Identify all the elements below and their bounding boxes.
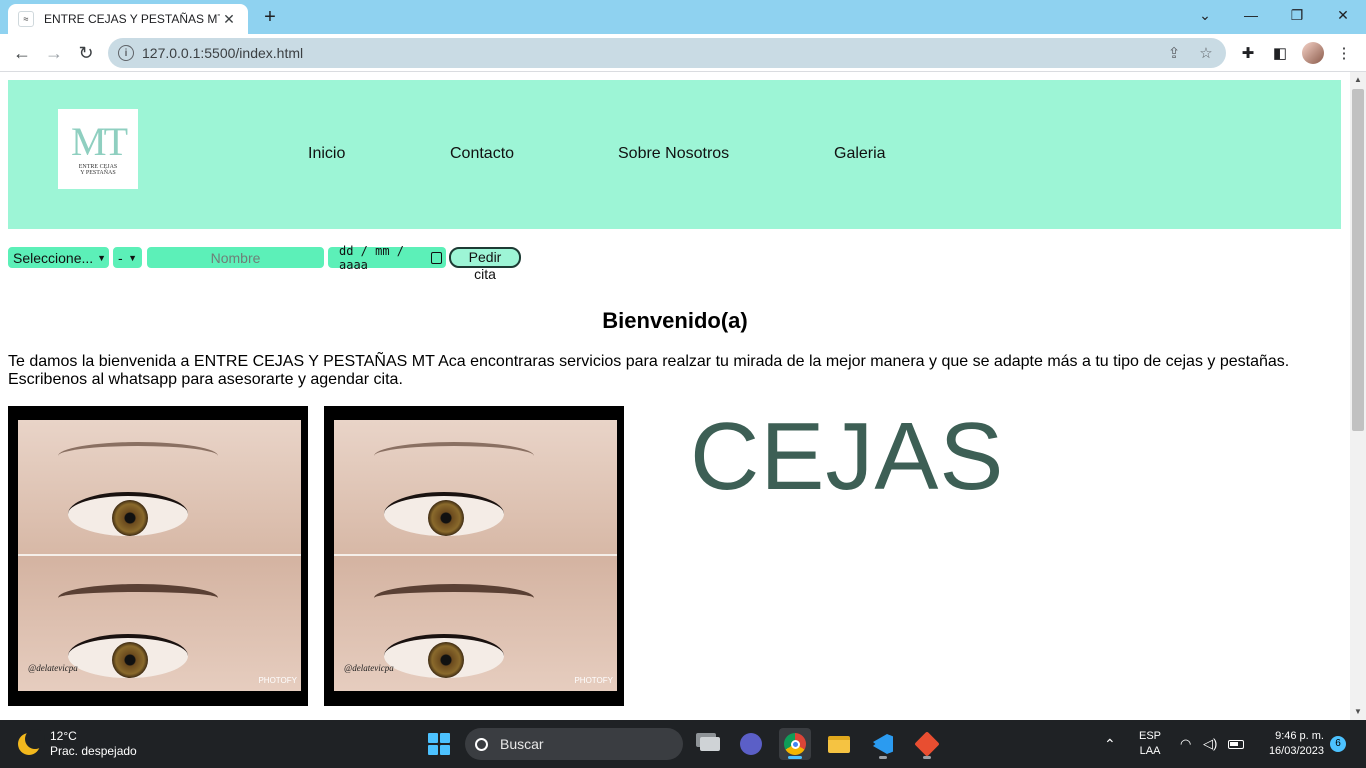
date-input[interactable]: dd / mm / aaaa bbox=[328, 244, 446, 272]
gallery-image-1: @delatevicpa PHOTOFY bbox=[8, 406, 308, 706]
site-header: MT ENTRE CEJAS Y PESTAÑAS Inicio Contact… bbox=[8, 80, 1341, 229]
page-scrollbar[interactable]: ▲ ▼ bbox=[1350, 72, 1366, 720]
reload-icon[interactable]: ↻ bbox=[72, 39, 100, 67]
language-code: ESP bbox=[1139, 730, 1162, 742]
clock-time: 9:46 p. m. bbox=[1275, 730, 1324, 742]
cejas-section-title: CEJAS bbox=[690, 403, 1005, 510]
restore-button[interactable]: ❐ bbox=[1274, 0, 1320, 30]
logo-monogram: MT bbox=[71, 119, 128, 164]
minimize-button[interactable]: — bbox=[1228, 0, 1274, 30]
taskbar-search[interactable]: Buscar bbox=[465, 728, 683, 760]
scroll-down-arrow-icon[interactable]: ▼ bbox=[1350, 704, 1366, 720]
before-after-photo: @delatevicpa PHOTOFY bbox=[334, 420, 617, 691]
clock-date: 16/03/2023 bbox=[1268, 745, 1324, 757]
time-select-value: - bbox=[118, 249, 123, 266]
gallery-image-2: @delatevicpa PHOTOFY bbox=[324, 406, 624, 706]
time-select[interactable]: - ▼ bbox=[113, 247, 142, 268]
bookmark-star-icon[interactable]: ☆ bbox=[1194, 44, 1218, 62]
extensions-puzzle-icon[interactable]: ✚ bbox=[1237, 42, 1259, 64]
scroll-thumb[interactable] bbox=[1352, 89, 1364, 431]
name-input[interactable] bbox=[147, 247, 324, 268]
chevron-down-icon: ▼ bbox=[128, 252, 137, 263]
close-tab-icon[interactable]: ✕ bbox=[220, 11, 238, 28]
service-select[interactable]: Seleccione... ▼ bbox=[8, 247, 109, 268]
git-icon[interactable] bbox=[911, 728, 943, 760]
photofy-label: PHOTOFY bbox=[258, 676, 297, 685]
close-window-button[interactable]: ✕ bbox=[1320, 0, 1366, 30]
nav-link-sobre-nosotros[interactable]: Sobre Nosotros bbox=[618, 145, 729, 163]
keyboard-layout: LAA bbox=[1139, 745, 1161, 757]
service-select-value: Seleccione... bbox=[13, 249, 94, 266]
scroll-up-arrow-icon[interactable]: ▲ bbox=[1350, 72, 1366, 88]
search-label: Buscar bbox=[500, 736, 544, 752]
language-indicator[interactable]: ESP LAA bbox=[1139, 720, 1161, 768]
photo-watermark: @delatevicpa bbox=[28, 663, 78, 673]
welcome-title: Bienvenido(a) bbox=[602, 308, 748, 333]
calendar-icon[interactable] bbox=[431, 251, 442, 264]
back-arrow-icon[interactable]: ← bbox=[8, 39, 36, 67]
chrome-taskbar-icon[interactable] bbox=[779, 728, 811, 760]
menu-kebab-icon[interactable]: ⋮ bbox=[1333, 42, 1355, 64]
photofy-label: PHOTOFY bbox=[574, 676, 613, 685]
favicon-icon: ≈ bbox=[18, 11, 34, 27]
browser-tab-bar: ≈ ENTRE CEJAS Y PESTAÑAS MT ✕ + ⌄ — ❐ ✕ bbox=[0, 0, 1366, 34]
forward-arrow-icon[interactable]: → bbox=[40, 39, 68, 67]
site-info-icon[interactable]: i bbox=[118, 45, 134, 61]
weather-temp: 12°C bbox=[50, 729, 77, 743]
tab-search-chevron-icon[interactable]: ⌄ bbox=[1182, 0, 1228, 30]
windows-start-icon[interactable] bbox=[428, 733, 450, 755]
browser-tab[interactable]: ≈ ENTRE CEJAS Y PESTAÑAS MT ✕ bbox=[8, 4, 248, 34]
nav-link-galeria[interactable]: Galeria bbox=[834, 145, 886, 163]
nav-link-contacto[interactable]: Contacto bbox=[450, 145, 514, 163]
wifi-icon[interactable]: ◠ bbox=[1180, 720, 1191, 768]
search-icon bbox=[475, 737, 488, 751]
chevron-down-icon: ▼ bbox=[97, 252, 107, 263]
page-viewport: MT ENTRE CEJAS Y PESTAÑAS Inicio Contact… bbox=[0, 72, 1350, 720]
tray-chevron-up-icon[interactable]: ⌃ bbox=[1104, 720, 1116, 768]
side-panel-icon[interactable]: ◧ bbox=[1269, 42, 1291, 64]
task-view-icon[interactable] bbox=[694, 728, 726, 760]
new-tab-button[interactable]: + bbox=[258, 6, 282, 28]
weather-widget[interactable]: 12°C Prac. despejado bbox=[18, 729, 137, 759]
moon-weather-icon bbox=[18, 729, 45, 755]
chat-meet-icon[interactable] bbox=[735, 728, 767, 760]
site-logo[interactable]: MT ENTRE CEJAS Y PESTAÑAS bbox=[58, 109, 138, 189]
photo-before bbox=[334, 420, 617, 555]
vscode-icon[interactable] bbox=[867, 728, 899, 760]
share-icon[interactable]: ⇪ bbox=[1162, 44, 1186, 62]
photo-after: @delatevicpa PHOTOFY bbox=[334, 556, 617, 691]
file-explorer-icon[interactable] bbox=[823, 728, 855, 760]
browser-toolbar: ← → ↻ i 127.0.0.1:5500/index.html ⇪ ☆ ✚ … bbox=[0, 34, 1366, 72]
address-url[interactable]: 127.0.0.1:5500/index.html bbox=[142, 45, 1162, 61]
windows-taskbar: 12°C Prac. despejado Buscar ⌃ ESP LAA ◠ … bbox=[0, 720, 1366, 768]
tab-title: ENTRE CEJAS Y PESTAÑAS MT bbox=[44, 12, 220, 26]
notification-badge[interactable]: 6 bbox=[1330, 736, 1346, 752]
welcome-text: Te damos la bienvenida a ENTRE CEJAS Y P… bbox=[8, 353, 1290, 388]
photo-before bbox=[18, 420, 301, 555]
weather-description: Prac. despejado bbox=[50, 744, 137, 758]
address-bar[interactable]: i 127.0.0.1:5500/index.html ⇪ ☆ bbox=[108, 38, 1226, 68]
volume-icon[interactable]: ◁) bbox=[1203, 720, 1217, 768]
logo-subtitle: ENTRE CEJAS Y PESTAÑAS bbox=[78, 164, 118, 176]
pedir-cita-button[interactable]: Pedir cita bbox=[449, 247, 521, 282]
before-after-photo: @delatevicpa PHOTOFY bbox=[18, 420, 301, 691]
battery-icon[interactable] bbox=[1228, 720, 1244, 768]
photo-watermark: @delatevicpa bbox=[344, 663, 394, 673]
clock[interactable]: 9:46 p. m. 16/03/2023 bbox=[1258, 720, 1324, 768]
profile-avatar[interactable] bbox=[1302, 42, 1324, 64]
date-placeholder: dd / mm / aaaa bbox=[339, 243, 405, 272]
photo-after: @delatevicpa PHOTOFY bbox=[18, 556, 301, 691]
nav-link-inicio[interactable]: Inicio bbox=[308, 145, 345, 163]
